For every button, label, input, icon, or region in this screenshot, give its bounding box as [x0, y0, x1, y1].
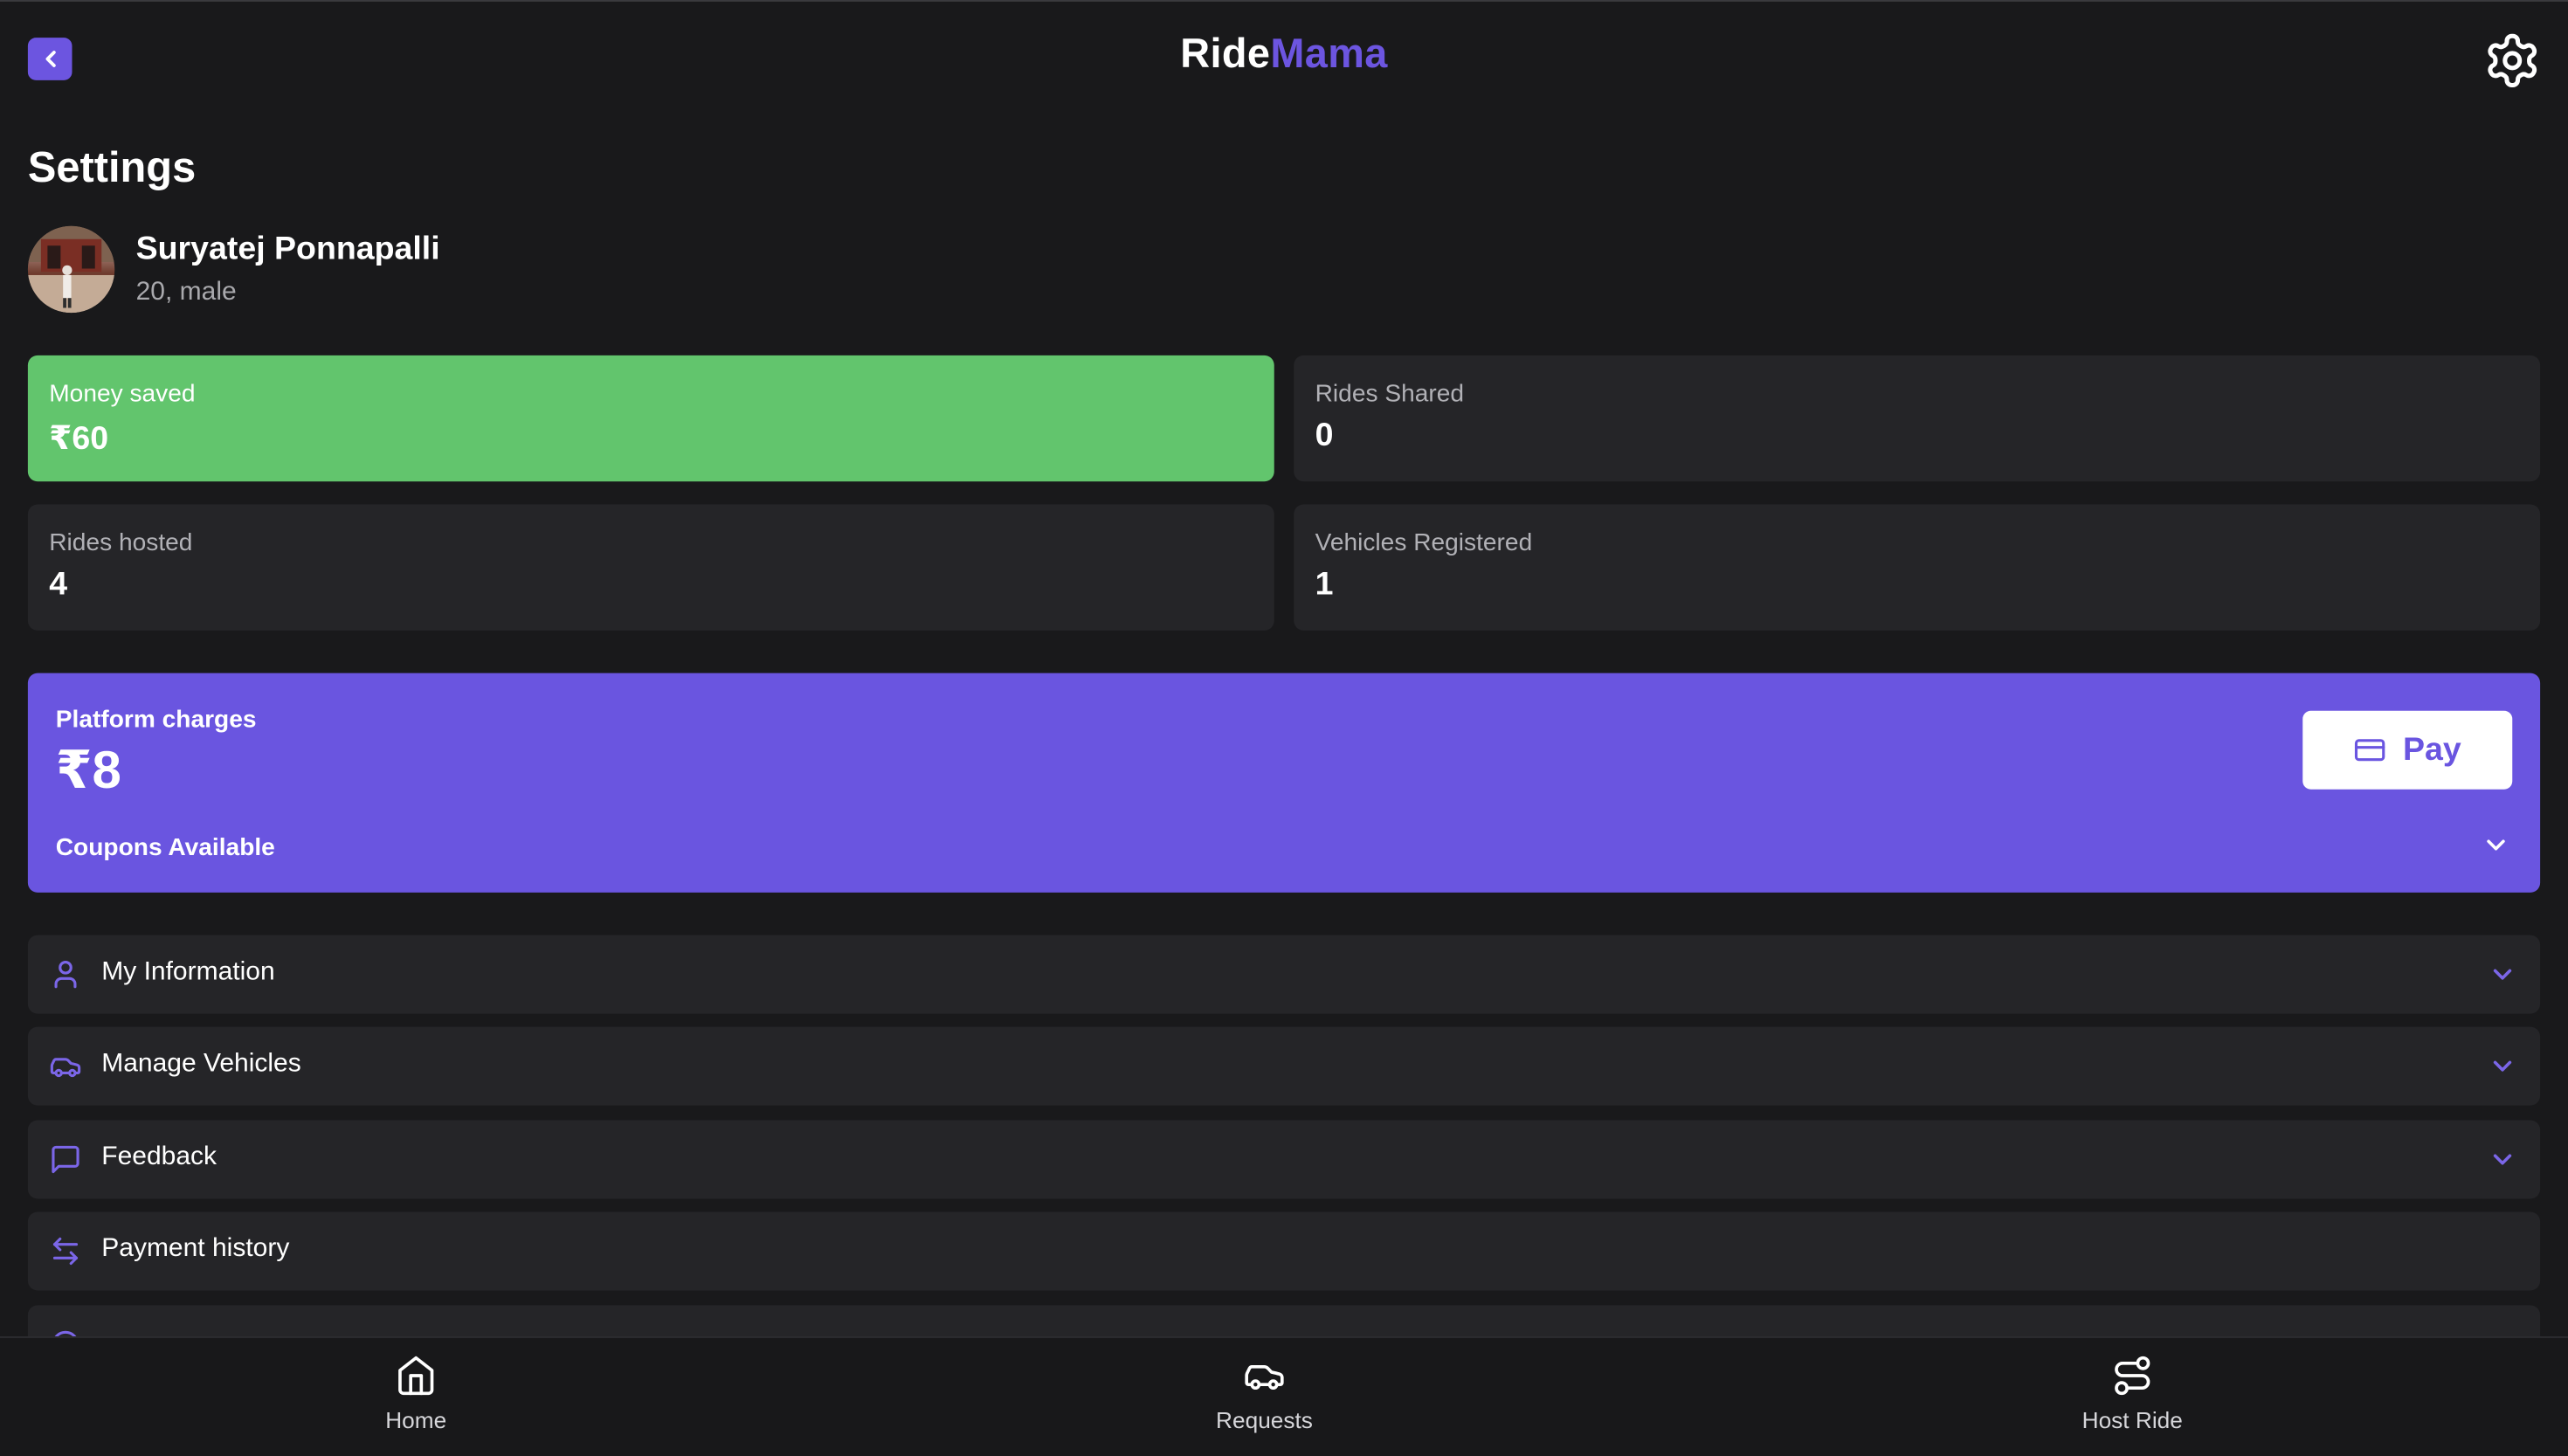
route-icon: [2115, 1356, 2150, 1396]
stat-label: Rides hosted: [49, 528, 193, 557]
nav-label: Requests: [1216, 1406, 1313, 1433]
menu-item-my-information[interactable]: My Information: [27, 935, 2541, 1014]
menu-item-label: My Information: [101, 957, 275, 986]
brand-mama: Mama: [1270, 31, 1388, 78]
brand-ride: Ride: [1180, 31, 1271, 78]
platform-charges-amount: ₹8: [55, 740, 121, 800]
menu-item-label: Feedback: [101, 1142, 217, 1171]
chevron-down-icon: [2493, 1060, 2512, 1072]
stat-value: ₹60: [49, 420, 109, 458]
stat-card-vehicles-registered: Vehicles Registered 1: [1294, 504, 2541, 631]
stat-label: Rides Shared: [1315, 380, 1465, 408]
user-name: Suryatej Ponnapalli: [135, 231, 440, 267]
stat-label: Vehicles Registered: [1315, 528, 1533, 557]
stat-value: 4: [49, 566, 68, 603]
avatar-photo: [27, 225, 115, 314]
platform-charges-label: Platform charges: [55, 706, 257, 734]
settings-screen: RideMama Settings Suryatej Ponnapalli 20…: [0, 0, 2568, 1456]
nav-item-requests[interactable]: Requests: [1101, 1338, 1428, 1456]
coupons-available-toggle[interactable]: Coupons Available: [56, 833, 275, 861]
app-logo: RideMama: [0, 31, 2568, 79]
stat-card-money-saved: Money saved ₹60: [27, 355, 1274, 482]
menu-item-payment-history[interactable]: Payment history: [27, 1211, 2541, 1291]
menu-item-label: Payment history: [101, 1234, 290, 1263]
chevron-down-icon: [2493, 1154, 2512, 1165]
chevron-down-icon[interactable]: [2482, 831, 2511, 860]
nav-item-host-ride[interactable]: Host Ride: [1969, 1338, 2296, 1456]
home-icon: [398, 1356, 434, 1396]
stat-value: 0: [1315, 417, 1334, 454]
stat-card-rides-shared: Rides Shared 0: [1294, 355, 2541, 482]
platform-charges-card: Platform charges ₹8 Pay Coupons Availabl…: [27, 673, 2541, 893]
stat-card-rides-hosted: Rides hosted 4: [27, 504, 1274, 631]
menu-item-feedback[interactable]: Feedback: [27, 1120, 2541, 1199]
nav-label: Home: [385, 1406, 447, 1433]
user-icon: [54, 961, 77, 989]
gear-icon[interactable]: [2483, 31, 2543, 91]
car-icon: [50, 1058, 81, 1078]
credit-card-icon: [2355, 739, 2385, 762]
menu-item-label: Manage Vehicles: [101, 1049, 301, 1078]
avatar: [27, 225, 115, 314]
stat-label: Money saved: [49, 380, 196, 408]
bottom-nav: Home Requests Host Ride: [0, 1336, 2568, 1456]
user-age-gender: 20, male: [135, 278, 237, 307]
nav-label: Host Ride: [2081, 1406, 2183, 1433]
chevron-down-icon: [2493, 969, 2512, 980]
stat-value: 1: [1315, 566, 1334, 603]
pay-label: Pay: [2403, 731, 2461, 768]
page-title: Settings: [27, 142, 197, 192]
arrows-left-right-icon: [52, 1237, 79, 1266]
car-icon: [1245, 1365, 1284, 1390]
nav-item-home[interactable]: Home: [252, 1338, 580, 1456]
menu-item-manage-vehicles[interactable]: Manage Vehicles: [27, 1026, 2541, 1106]
message-square-icon: [52, 1145, 79, 1174]
pay-button[interactable]: Pay: [2302, 710, 2513, 790]
